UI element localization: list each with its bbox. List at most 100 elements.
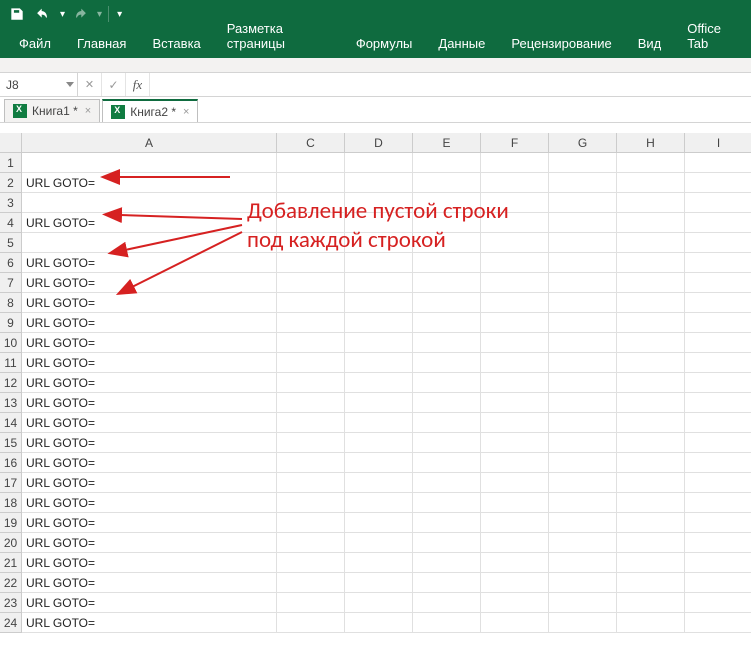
cell[interactable] (277, 453, 345, 473)
cell[interactable] (413, 313, 481, 333)
cell[interactable] (413, 173, 481, 193)
workbook-tab-1[interactable]: Книга1 * × (4, 99, 100, 122)
cell[interactable] (481, 333, 549, 353)
cell[interactable] (617, 453, 685, 473)
cell[interactable] (481, 233, 549, 253)
cell[interactable] (345, 473, 413, 493)
row-header[interactable]: 3 (0, 193, 22, 213)
cell[interactable]: URL GOTO= (22, 273, 277, 293)
cell[interactable] (413, 513, 481, 533)
column-header-F[interactable]: F (481, 133, 549, 153)
cell[interactable] (549, 453, 617, 473)
cell[interactable] (617, 493, 685, 513)
cell[interactable] (481, 553, 549, 573)
cell[interactable] (413, 593, 481, 613)
cell[interactable] (617, 293, 685, 313)
cell[interactable] (617, 473, 685, 493)
cell[interactable] (617, 213, 685, 233)
cell[interactable] (549, 253, 617, 273)
cell[interactable] (481, 313, 549, 333)
row-header[interactable]: 18 (0, 493, 22, 513)
spreadsheet-grid[interactable]: ACDEFGHI 1234567891011121314151617181920… (0, 133, 751, 648)
cell[interactable] (549, 513, 617, 533)
redo-dropdown-icon[interactable]: ▾ (97, 9, 102, 20)
cell[interactable] (617, 273, 685, 293)
cell[interactable] (685, 273, 751, 293)
cell[interactable] (685, 413, 751, 433)
row-header[interactable]: 22 (0, 573, 22, 593)
cell[interactable] (345, 533, 413, 553)
ribbon-tab-review[interactable]: Рецензирование (498, 29, 624, 58)
row-header[interactable]: 9 (0, 313, 22, 333)
cell[interactable] (481, 413, 549, 433)
cell[interactable]: URL GOTO= (22, 533, 277, 553)
cell[interactable] (413, 333, 481, 353)
cell[interactable] (549, 273, 617, 293)
cell[interactable] (685, 393, 751, 413)
cell[interactable] (481, 573, 549, 593)
cell[interactable] (413, 533, 481, 553)
cell[interactable] (617, 573, 685, 593)
cell[interactable] (345, 553, 413, 573)
row-header[interactable]: 20 (0, 533, 22, 553)
cell[interactable] (345, 293, 413, 313)
row-header[interactable]: 6 (0, 253, 22, 273)
cell[interactable] (481, 533, 549, 553)
cell[interactable]: URL GOTO= (22, 393, 277, 413)
cell[interactable] (549, 333, 617, 353)
cell[interactable]: URL GOTO= (22, 413, 277, 433)
cell[interactable] (685, 553, 751, 573)
cell[interactable] (413, 573, 481, 593)
cell[interactable] (277, 333, 345, 353)
cell[interactable] (413, 453, 481, 473)
cell[interactable] (413, 553, 481, 573)
cell[interactable] (685, 173, 751, 193)
cell[interactable] (481, 513, 549, 533)
cell[interactable] (685, 473, 751, 493)
cell[interactable] (617, 233, 685, 253)
name-box[interactable]: J8 (0, 73, 78, 96)
cell[interactable] (345, 493, 413, 513)
undo-dropdown-icon[interactable]: ▾ (60, 9, 65, 20)
cell[interactable] (481, 453, 549, 473)
cell[interactable] (481, 293, 549, 313)
cell[interactable] (685, 373, 751, 393)
cell[interactable] (345, 413, 413, 433)
cell[interactable] (685, 233, 751, 253)
cell[interactable] (413, 253, 481, 273)
cell[interactable] (617, 313, 685, 333)
cell[interactable] (549, 553, 617, 573)
cell[interactable] (277, 433, 345, 453)
cell[interactable] (549, 473, 617, 493)
cell[interactable] (685, 213, 751, 233)
cell[interactable] (685, 433, 751, 453)
cell[interactable] (549, 493, 617, 513)
cell[interactable] (277, 233, 345, 253)
cell[interactable] (345, 273, 413, 293)
cell[interactable] (413, 193, 481, 213)
cell[interactable] (345, 333, 413, 353)
cell[interactable] (617, 413, 685, 433)
cell[interactable] (617, 173, 685, 193)
ribbon-tab-formulas[interactable]: Формулы (343, 29, 426, 58)
cell[interactable] (413, 413, 481, 433)
cell[interactable]: URL GOTO= (22, 573, 277, 593)
row-header[interactable]: 1 (0, 153, 22, 173)
cell[interactable] (277, 573, 345, 593)
cell[interactable] (549, 233, 617, 253)
qat-customize-icon[interactable]: ▾ (117, 9, 122, 20)
name-box-dropdown-icon[interactable] (66, 82, 74, 87)
column-header-E[interactable]: E (413, 133, 481, 153)
cell[interactable] (345, 513, 413, 533)
cell[interactable] (413, 153, 481, 173)
cell[interactable] (685, 493, 751, 513)
cell[interactable] (277, 253, 345, 273)
cell[interactable] (617, 553, 685, 573)
cell[interactable] (685, 573, 751, 593)
ribbon-tab-layout[interactable]: Разметка страницы (214, 14, 343, 58)
cell[interactable] (277, 533, 345, 553)
cell[interactable] (549, 573, 617, 593)
ribbon-tab-officetab[interactable]: Office Tab (674, 14, 751, 58)
save-button[interactable] (6, 3, 28, 25)
cell[interactable] (345, 573, 413, 593)
